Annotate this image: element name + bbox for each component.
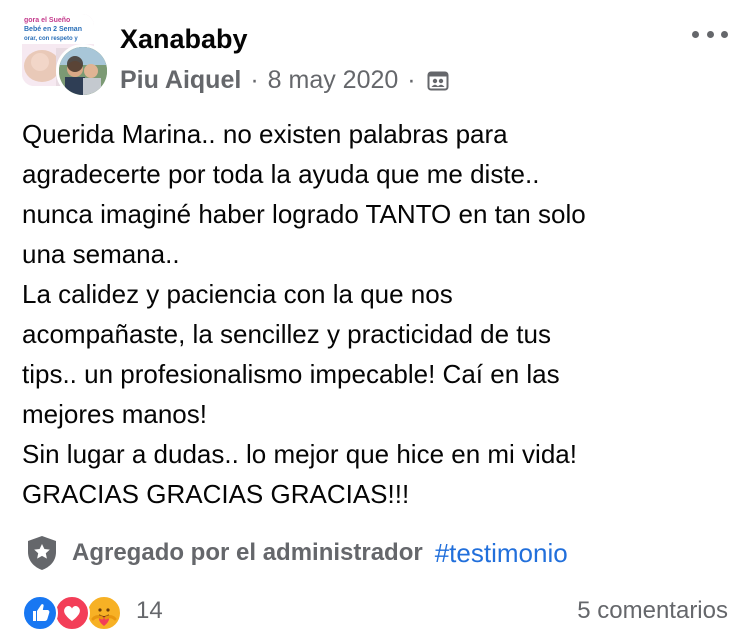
post-text-line: GRACIAS GRACIAS GRACIAS!!! xyxy=(22,479,410,509)
post-body: Querida Marina.. no existen palabras par… xyxy=(22,114,728,514)
group-name[interactable]: Xanababy xyxy=(120,24,248,55)
post-date[interactable]: 8 may 2020 xyxy=(268,66,399,95)
post-text-line: nunca imaginé haber logrado TANTO en tan… xyxy=(22,199,586,229)
post-text-line: agradecerte por toda la ayuda que me dis… xyxy=(22,159,540,189)
thumb-text-3: orar, con respeto y xyxy=(24,36,78,42)
author-avatar[interactable] xyxy=(56,44,110,98)
admin-added-line: Agregado por el administrador #testimoni… xyxy=(22,534,728,572)
love-icon xyxy=(54,595,90,631)
reaction-count[interactable]: 14 xyxy=(136,597,163,625)
more-options-button[interactable] xyxy=(692,22,728,46)
post-header: gora el Sueño Bebé en 2 Seman orar, con … xyxy=(22,14,728,98)
like-icon xyxy=(22,595,58,631)
avatar-group[interactable]: gora el Sueño Bebé en 2 Seman orar, con … xyxy=(22,14,110,98)
more-dot-icon xyxy=(692,30,699,38)
thumb-text-2: Bebé en 2 Seman xyxy=(24,26,82,33)
post-text-line: La calidez y paciencia con la que nos xyxy=(22,279,453,309)
post-text-line: Sin lugar a dudas.. lo mejor que hice en… xyxy=(22,439,577,469)
post-text-line: mejores manos! xyxy=(22,399,207,429)
meta-separator: · xyxy=(250,66,259,94)
post-text-line: acompañaste, la sencillez y practicidad … xyxy=(22,319,551,349)
reaction-icons[interactable] xyxy=(22,595,132,631)
reactions-bar: 14 5 comentarios xyxy=(22,591,728,633)
comments-count[interactable]: 5 comentarios xyxy=(577,597,728,625)
post-meta: Piu Aiquel · 8 may 2020 · xyxy=(120,66,449,95)
hashtag-link[interactable]: #testimonio xyxy=(435,538,568,569)
more-dot-icon xyxy=(706,30,714,38)
post-text-line: Querida Marina.. no existen palabras par… xyxy=(22,119,508,149)
author-avatar-image xyxy=(59,47,107,95)
post-text-line: una semana.. xyxy=(22,239,180,269)
group-privacy-icon xyxy=(427,70,449,92)
care-icon xyxy=(86,595,122,631)
author-name[interactable]: Piu Aiquel xyxy=(120,66,241,95)
admin-added-label: Agregado por el administrador xyxy=(72,539,423,566)
more-dot-icon xyxy=(721,30,728,38)
post-text-line: tips.. un profesionalismo impecable! Caí… xyxy=(22,359,560,389)
meta-separator: · xyxy=(407,66,416,94)
thumb-text-1: gora el Sueño xyxy=(24,17,70,24)
admin-shield-icon xyxy=(28,536,56,570)
